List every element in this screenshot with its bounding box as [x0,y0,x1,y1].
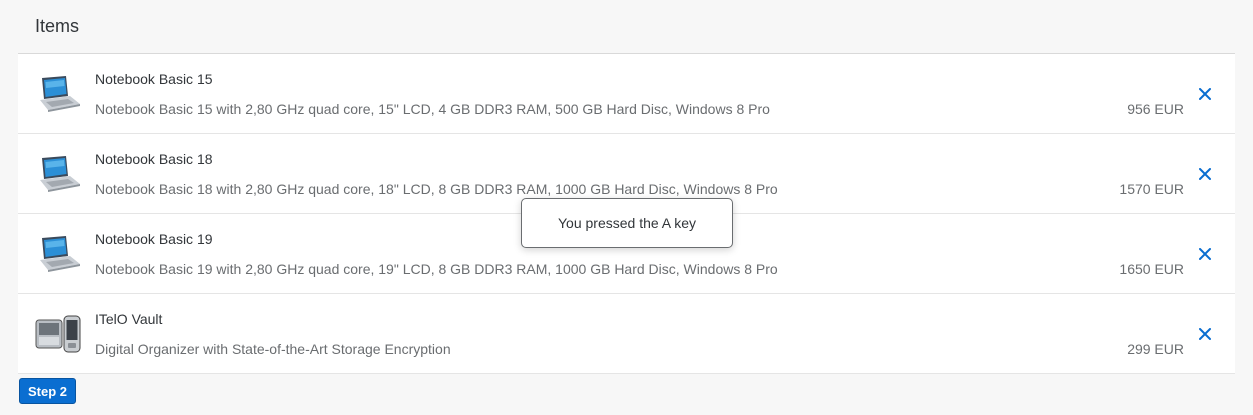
item-description: Notebook Basic 15 with 2,80 GHz quad cor… [95,101,770,117]
close-x-icon [1199,328,1211,340]
item-price: 1570 EUR [1119,181,1184,197]
item-title: ITelO Vault [95,311,163,327]
item-price: 299 EUR [1127,341,1184,357]
item-price: 1650 EUR [1119,261,1184,277]
item-description: Notebook Basic 19 with 2,80 GHz quad cor… [95,261,778,277]
items-panel: Items Notebook Basic 15 Notebook Basic 1… [18,0,1235,375]
delete-button[interactable] [1193,322,1217,346]
list-item[interactable]: ITelO Vault Digital Organizer with State… [18,294,1235,374]
item-price: 956 EUR [1127,101,1184,117]
panel-title: Items [35,15,80,36]
delete-button[interactable] [1193,162,1217,186]
item-description: Notebook Basic 18 with 2,80 GHz quad cor… [95,181,778,197]
close-x-icon [1199,248,1211,260]
list-item[interactable]: Notebook Basic 15 Notebook Basic 15 with… [18,54,1235,134]
laptop-icon [34,74,82,114]
laptop-icon [34,154,82,194]
item-title: Notebook Basic 15 [95,71,213,87]
panel-header: Items [18,0,1235,54]
step-badge[interactable]: Step 2 [19,378,77,404]
close-x-icon [1199,168,1211,180]
delete-button[interactable] [1193,242,1217,266]
item-title: Notebook Basic 19 [95,231,213,247]
delete-button[interactable] [1193,82,1217,106]
item-title: Notebook Basic 18 [95,151,213,167]
close-x-icon [1199,88,1211,100]
item-description: Digital Organizer with State-of-the-Art … [95,341,451,357]
toast-message: You pressed the A key [521,198,733,248]
organizer-device-icon [34,314,82,354]
laptop-icon [34,234,82,274]
